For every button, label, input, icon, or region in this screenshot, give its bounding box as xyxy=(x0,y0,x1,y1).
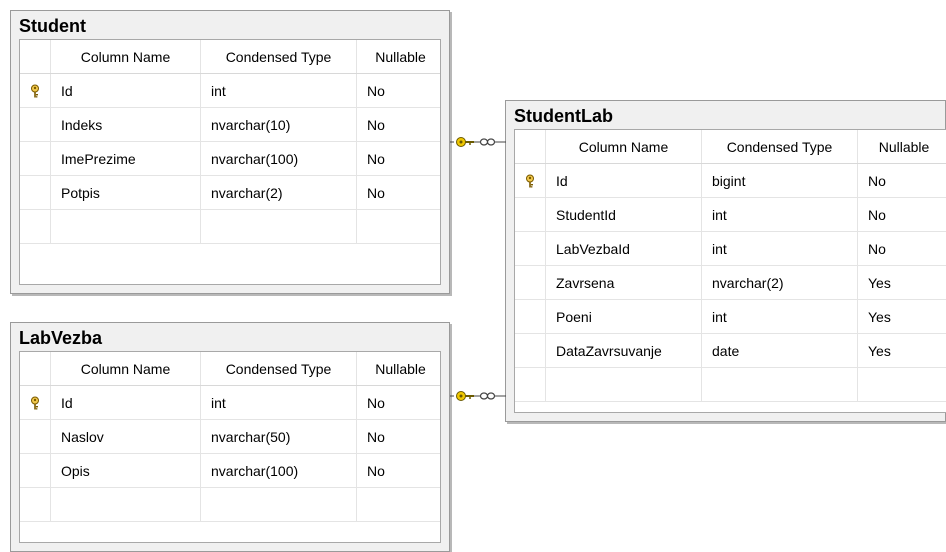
header-condensed-type: Condensed Type xyxy=(701,130,857,163)
empty-row[interactable] xyxy=(20,210,440,244)
column-name: Potpis xyxy=(50,176,200,209)
primary-key-icon xyxy=(31,396,39,409)
column-name: Zavrsena xyxy=(545,266,701,299)
grid-header: Column Name Condensed Type Nullable xyxy=(515,130,946,164)
column-type: nvarchar(100) xyxy=(200,454,356,487)
column-name: DataZavrsuvanje xyxy=(545,334,701,367)
column-nullable: No xyxy=(857,164,946,197)
table-studentlab[interactable]: StudentLab Column Name Condensed Type Nu… xyxy=(505,100,946,422)
column-type: int xyxy=(701,198,857,231)
column-nullable: Yes xyxy=(857,334,946,367)
table-title: Student xyxy=(19,16,86,36)
column-nullable: No xyxy=(857,232,946,265)
column-nullable: No xyxy=(356,108,444,141)
header-column-name: Column Name xyxy=(50,40,200,73)
header-condensed-type: Condensed Type xyxy=(200,40,356,73)
table-row[interactable]: StudentId int No xyxy=(515,198,946,232)
column-nullable: Yes xyxy=(857,266,946,299)
table-title: StudentLab xyxy=(514,106,613,126)
column-type: nvarchar(100) xyxy=(200,142,356,175)
column-type: int xyxy=(701,300,857,333)
header-condensed-type: Condensed Type xyxy=(200,352,356,385)
column-name: Indeks xyxy=(50,108,200,141)
column-nullable: No xyxy=(356,386,444,419)
table-row[interactable]: Zavrsena nvarchar(2) Yes xyxy=(515,266,946,300)
table-row[interactable]: Potpis nvarchar(2) No xyxy=(20,176,440,210)
table-row[interactable]: Id int No xyxy=(20,74,440,108)
column-grid: Column Name Condensed Type Nullable Id i… xyxy=(19,351,441,543)
table-row[interactable]: Naslov nvarchar(50) No xyxy=(20,420,440,454)
key-to-infinity-relationship-icon[interactable] xyxy=(450,132,506,152)
column-nullable: No xyxy=(356,74,444,107)
column-nullable: Yes xyxy=(857,300,946,333)
column-type: bigint xyxy=(701,164,857,197)
header-column-name: Column Name xyxy=(545,130,701,163)
column-type: int xyxy=(200,386,356,419)
column-name: Poeni xyxy=(545,300,701,333)
table-row[interactable]: Opis nvarchar(100) No xyxy=(20,454,440,488)
header-nullable: Nullable xyxy=(857,130,946,163)
column-name: Id xyxy=(50,386,200,419)
column-name: StudentId xyxy=(545,198,701,231)
column-type: nvarchar(2) xyxy=(701,266,857,299)
empty-row[interactable] xyxy=(20,488,440,522)
column-nullable: No xyxy=(356,454,444,487)
column-nullable: No xyxy=(356,142,444,175)
column-name: ImePrezime xyxy=(50,142,200,175)
column-name: Naslov xyxy=(50,420,200,453)
column-type: date xyxy=(701,334,857,367)
column-nullable: No xyxy=(857,198,946,231)
table-row[interactable]: DataZavrsuvanje date Yes xyxy=(515,334,946,368)
table-row[interactable]: LabVezbaId int No xyxy=(515,232,946,266)
table-student[interactable]: Student Column Name Condensed Type Nulla… xyxy=(10,10,450,294)
column-type: nvarchar(2) xyxy=(200,176,356,209)
column-type: int xyxy=(200,74,356,107)
column-grid: Column Name Condensed Type Nullable Id b… xyxy=(514,129,946,413)
grid-header: Column Name Condensed Type Nullable xyxy=(20,40,440,74)
table-labvezba[interactable]: LabVezba Column Name Condensed Type Null… xyxy=(10,322,450,552)
header-column-name: Column Name xyxy=(50,352,200,385)
primary-key-icon xyxy=(526,174,534,187)
table-row[interactable]: ImePrezime nvarchar(100) No xyxy=(20,142,440,176)
column-nullable: No xyxy=(356,176,444,209)
column-nullable: No xyxy=(356,420,444,453)
empty-row[interactable] xyxy=(515,368,946,402)
primary-key-icon xyxy=(31,84,39,97)
column-type: nvarchar(10) xyxy=(200,108,356,141)
column-name: Id xyxy=(545,164,701,197)
table-row[interactable]: Id bigint No xyxy=(515,164,946,198)
table-row[interactable]: Indeks nvarchar(10) No xyxy=(20,108,440,142)
column-name: Id xyxy=(50,74,200,107)
column-grid: Column Name Condensed Type Nullable Id i… xyxy=(19,39,441,285)
header-nullable: Nullable xyxy=(356,40,444,73)
column-type: int xyxy=(701,232,857,265)
header-nullable: Nullable xyxy=(356,352,444,385)
table-row[interactable]: Id int No xyxy=(20,386,440,420)
column-name: LabVezbaId xyxy=(545,232,701,265)
grid-header: Column Name Condensed Type Nullable xyxy=(20,352,440,386)
table-title: LabVezba xyxy=(19,328,103,348)
table-row[interactable]: Poeni int Yes xyxy=(515,300,946,334)
key-to-infinity-relationship-icon[interactable] xyxy=(450,386,506,406)
column-name: Opis xyxy=(50,454,200,487)
column-type: nvarchar(50) xyxy=(200,420,356,453)
